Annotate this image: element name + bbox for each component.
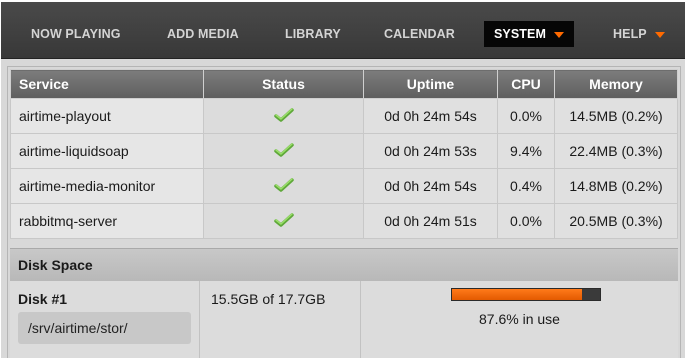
disk-row: Disk #1 /srv/airtime/stor/ 15.5GB of 17.… xyxy=(10,281,678,358)
disk-space-title: Disk Space xyxy=(18,257,93,273)
disk-path: /srv/airtime/stor/ xyxy=(18,312,191,344)
disk-name: Disk #1 xyxy=(18,291,68,307)
cpu-cell: 9.4% xyxy=(497,133,555,169)
disk-space-header: Disk Space xyxy=(10,248,678,282)
nav-system[interactable]: SYSTEM xyxy=(484,21,574,47)
nav-library[interactable]: LIBRARY xyxy=(285,24,341,44)
cpu-cell: 0.0% xyxy=(497,203,555,239)
status-cell xyxy=(203,98,364,134)
table-header-row: Service Status Uptime CPU Memory xyxy=(10,69,678,99)
memory-cell: 14.8MB (0.2%) xyxy=(554,168,678,204)
nav-help-label: HELP xyxy=(613,27,647,41)
chevron-down-icon xyxy=(554,31,564,38)
system-status-panel: Service Status Uptime CPU Memory airtime… xyxy=(7,66,681,358)
nav-now-playing[interactable]: NOW PLAYING xyxy=(31,24,121,44)
check-icon xyxy=(273,107,294,122)
column-header-uptime: Uptime xyxy=(363,69,498,99)
table-row: rabbitmq-server 0d 0h 24m 51s 0.0% 20.5M… xyxy=(10,203,678,239)
service-name: rabbitmq-server xyxy=(10,203,204,239)
table-row: airtime-media-monitor 0d 0h 24m 54s 0.4%… xyxy=(10,168,678,204)
check-icon xyxy=(273,177,294,192)
cpu-cell: 0.4% xyxy=(497,168,555,204)
nav-system-label: SYSTEM xyxy=(494,27,546,41)
service-name: airtime-playout xyxy=(10,98,204,134)
table-row: airtime-liquidsoap 0d 0h 24m 53s 9.4% 22… xyxy=(10,133,678,169)
column-header-cpu: CPU xyxy=(497,69,555,99)
cpu-cell: 0.0% xyxy=(497,98,555,134)
check-icon xyxy=(273,142,294,157)
column-header-memory: Memory xyxy=(554,69,678,99)
disk-usage-bar-fill xyxy=(452,289,582,300)
memory-cell: 14.5MB (0.2%) xyxy=(554,98,678,134)
uptime-cell: 0d 0h 24m 54s xyxy=(363,98,498,134)
uptime-cell: 0d 0h 24m 51s xyxy=(363,203,498,239)
disk-usage-label: 87.6% in use xyxy=(479,311,560,327)
chevron-down-icon xyxy=(654,31,665,38)
app-frame: NOW PLAYING ADD MEDIA LIBRARY CALENDAR S… xyxy=(1,2,685,358)
memory-cell: 20.5MB (0.3%) xyxy=(554,203,678,239)
column-header-status: Status xyxy=(203,69,364,99)
uptime-cell: 0d 0h 24m 54s xyxy=(363,168,498,204)
nav-calendar[interactable]: CALENDAR xyxy=(384,24,455,44)
check-icon xyxy=(273,212,294,227)
disk-usage-bar xyxy=(451,288,601,301)
table-row: airtime-playout 0d 0h 24m 54s 0.0% 14.5M… xyxy=(10,98,678,134)
column-divider xyxy=(199,281,200,358)
uptime-cell: 0d 0h 24m 53s xyxy=(363,133,498,169)
memory-cell: 22.4MB (0.3%) xyxy=(554,133,678,169)
nav-add-media[interactable]: ADD MEDIA xyxy=(167,24,239,44)
status-cell xyxy=(203,203,364,239)
top-navigation: NOW PLAYING ADD MEDIA LIBRARY CALENDAR S… xyxy=(1,2,685,59)
status-cell xyxy=(203,133,364,169)
column-header-service: Service xyxy=(10,69,204,99)
service-name: airtime-liquidsoap xyxy=(10,133,204,169)
status-cell xyxy=(203,168,364,204)
disk-used-text: 15.5GB of 17.7GB xyxy=(211,291,326,307)
service-name: airtime-media-monitor xyxy=(10,168,204,204)
services-table: Service Status Uptime CPU Memory airtime… xyxy=(10,69,678,239)
nav-help[interactable]: HELP xyxy=(613,24,665,44)
